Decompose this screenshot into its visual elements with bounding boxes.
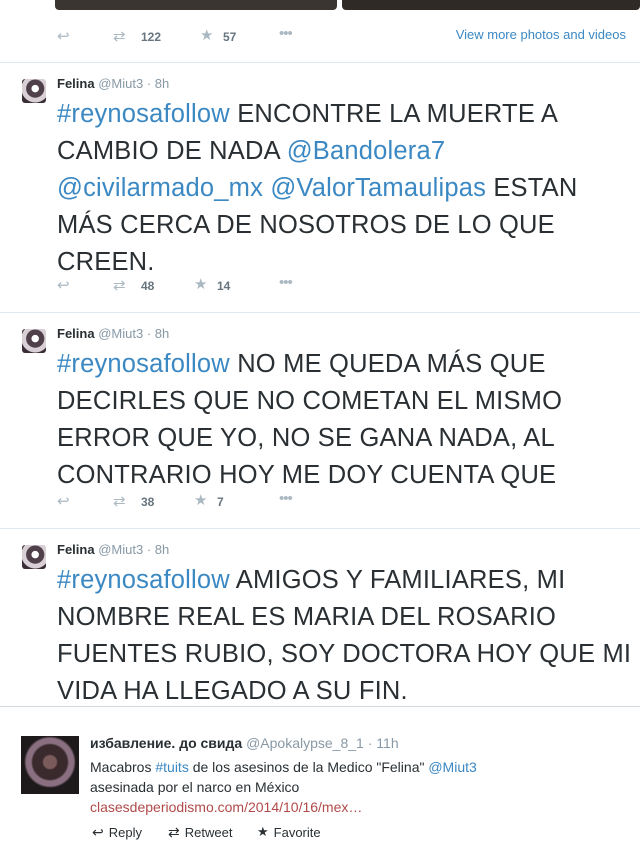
tweet-text: Macabros #tuits de los asesinos de la Me…	[90, 759, 477, 815]
retweet-icon: ⇄	[168, 824, 180, 840]
retweet-icon[interactable]: ⇄	[113, 27, 126, 45]
tweet-text: #reynosafollow ENCONTRE LA MUERTE A CAMB…	[57, 100, 578, 276]
tweet-actions: ↩ ⇄ 48 ★ 14 •••	[57, 274, 357, 296]
retweet-count: 38	[141, 495, 155, 509]
mention-link[interactable]: @ValorTamaulipas	[270, 174, 486, 202]
username[interactable]: @Miut3	[98, 326, 143, 341]
tweet[interactable]: Felina @Miut3 · 8h #reynosafollow AMIGOS…	[0, 528, 640, 706]
retweet-count: 122	[141, 30, 162, 44]
mention-link[interactable]: @Miut3	[428, 759, 476, 775]
favorite-icon[interactable]: ★	[194, 275, 207, 293]
mention-link[interactable]: @Bandolera7	[287, 137, 446, 165]
timestamp[interactable]: 8h	[155, 326, 169, 341]
display-name[interactable]: избавление. до свида	[90, 735, 242, 751]
avatar[interactable]	[22, 79, 46, 103]
divider	[0, 706, 640, 707]
article-link[interactable]: clasesdeperiodismo.com/2014/10/16/mex…	[90, 799, 362, 815]
favorite-count: 7	[217, 495, 224, 509]
retweet-icon[interactable]: ⇄	[113, 276, 126, 294]
more-icon[interactable]: •••	[279, 274, 293, 291]
tweet-header: Felina @Miut3 · 8h	[57, 542, 170, 557]
username[interactable]: @Miut3	[98, 542, 143, 557]
more-icon[interactable]: •••	[279, 25, 293, 42]
hashtag-link[interactable]: #reynosafollow	[57, 100, 230, 128]
timestamp[interactable]: 8h	[155, 76, 169, 91]
favorite-label: Favorite	[273, 824, 321, 840]
display-name[interactable]: Felina	[57, 326, 95, 341]
tweet-text: #reynosafollow NO ME QUEDA MÁS QUE DECIR…	[57, 350, 563, 489]
reply-icon: ↩	[92, 824, 104, 840]
tweet-header: Felina @Miut3 · 8h	[57, 326, 170, 341]
tweet-text: #reynosafollow AMIGOS Y FAMILIARES, MI N…	[57, 566, 632, 705]
reply-icon[interactable]: ↩	[57, 276, 70, 294]
tweet[interactable]: Felina @Miut3 · 8h #reynosafollow ENCONT…	[0, 62, 640, 312]
avatar[interactable]	[21, 736, 79, 794]
timestamp[interactable]: 11h	[376, 735, 398, 751]
username[interactable]: @Miut3	[98, 76, 143, 91]
reply-button[interactable]: ↩ Reply	[92, 824, 142, 841]
username[interactable]: @Apokalypse_8_1	[246, 735, 364, 751]
tweet[interactable]: Felina @Miut3 · 8h #reynosafollow NO ME …	[0, 312, 640, 528]
retweet-icon[interactable]: ⇄	[113, 492, 126, 510]
more-icon[interactable]: •••	[279, 490, 293, 507]
tweet-header: избавление. до свида @Apokalypse_8_1 · 1…	[90, 735, 399, 751]
tweet-actions: ↩ ⇄ 38 ★ 7 •••	[57, 490, 357, 512]
media-strip[interactable]	[55, 0, 640, 12]
mention-link[interactable]: @civilarmado_mx	[57, 174, 263, 202]
favorite-count: 14	[217, 279, 231, 293]
retweet-label: Retweet	[184, 825, 233, 840]
display-name[interactable]: Felina	[57, 76, 95, 91]
reply-icon[interactable]: ↩	[57, 492, 70, 510]
hashtag-link[interactable]: #reynosafollow	[57, 350, 230, 378]
display-name[interactable]: Felina	[57, 542, 95, 557]
media-thumbnail[interactable]	[342, 0, 640, 10]
reply-label: Reply	[108, 825, 142, 840]
favorite-icon: ★	[257, 824, 269, 839]
tweet-actions: ↩ ⇄ 122 ★ 57 •••	[57, 25, 457, 47]
avatar[interactable]	[22, 329, 46, 353]
media-thumbnail[interactable]	[55, 0, 337, 10]
retweet-count: 48	[141, 279, 155, 293]
reply-icon[interactable]: ↩	[57, 27, 70, 45]
avatar[interactable]	[22, 545, 46, 569]
hashtag-link[interactable]: #reynosafollow	[57, 566, 230, 594]
retweet-button[interactable]: ⇄ Retweet	[168, 824, 232, 841]
view-more-link[interactable]: View more photos and videos	[456, 27, 626, 42]
favorite-count: 57	[223, 30, 237, 44]
hashtag-link[interactable]: #tuits	[155, 759, 188, 775]
favorite-button[interactable]: ★ Favorite	[257, 824, 321, 840]
favorite-icon[interactable]: ★	[200, 26, 213, 44]
tweet-header: Felina @Miut3 · 8h	[57, 76, 170, 91]
favorite-icon[interactable]: ★	[194, 491, 207, 509]
timestamp[interactable]: 8h	[155, 542, 169, 557]
